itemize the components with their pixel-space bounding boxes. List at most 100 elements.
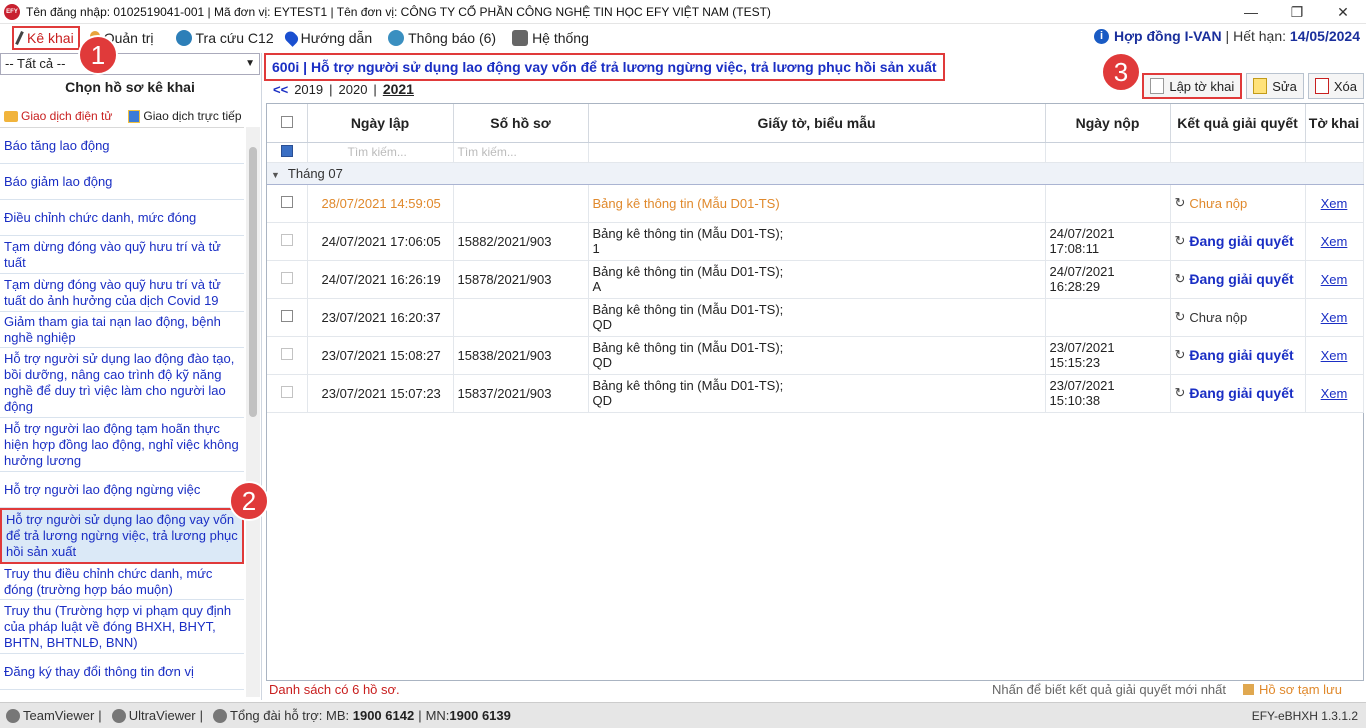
row-number: 15882/2021/903 bbox=[453, 222, 589, 261]
sidebar-scrollbar[interactable] bbox=[246, 127, 260, 697]
row-number: 15838/2021/903 bbox=[453, 336, 589, 375]
collapse-icon[interactable]: ▼ bbox=[271, 170, 280, 180]
menu-thong-bao[interactable]: Thông báo (6) bbox=[382, 26, 502, 50]
row-checkbox[interactable] bbox=[280, 233, 293, 246]
year-link[interactable]: 2019 bbox=[294, 82, 323, 97]
view-link[interactable]: Xem bbox=[1310, 386, 1359, 401]
filter-row: Tìm kiếm... Tìm kiếm... bbox=[267, 142, 1364, 163]
row-status[interactable]: ↻ Chưa nộp bbox=[1175, 195, 1301, 211]
row-checkbox[interactable] bbox=[280, 347, 293, 360]
sidebar-item-selected[interactable]: Hỗ trợ người sử dụng lao động vay vốn để… bbox=[0, 508, 244, 564]
sidebar-item[interactable]: Giảm tham gia tai nạn lao động, bệnh ngh… bbox=[0, 312, 244, 348]
menu-huong-dan[interactable]: Hướng dẫn bbox=[280, 26, 378, 50]
view-link[interactable]: Xem bbox=[1310, 196, 1359, 211]
view-link[interactable]: Xem bbox=[1310, 310, 1359, 325]
tab-giao-dich-dien-tu[interactable]: Giao dịch điện tử bbox=[4, 109, 112, 123]
row-checkbox[interactable] bbox=[280, 271, 293, 284]
annotation-badge-1: 1 bbox=[78, 35, 118, 75]
column-header[interactable]: Kết quả giải quyết bbox=[1170, 104, 1306, 143]
teamviewer-link[interactable]: TeamViewer bbox=[23, 708, 94, 723]
sidebar-item[interactable]: Truy thu điều chỉnh chức danh, mức đóng … bbox=[0, 564, 244, 600]
sidebar-item[interactable]: Hỗ trợ người sử dụng lao động đào tạo, b… bbox=[0, 348, 244, 418]
row-date: 28/07/2021 14:59:05 bbox=[307, 184, 454, 223]
row-status[interactable]: ↻ Chưa nộp bbox=[1175, 309, 1301, 325]
date-search-input[interactable]: Tìm kiếm... bbox=[307, 142, 454, 163]
row-status[interactable]: ↻ Đang giải quyết bbox=[1175, 385, 1301, 401]
main-content: 600i | Hỗ trợ người sử dụng lao động vay… bbox=[264, 53, 1366, 700]
records-grid: Ngày lập Số hồ sơ Giấy tờ, biểu mẫu Ngày… bbox=[266, 103, 1364, 681]
ultraviewer-link[interactable]: UltraViewer bbox=[129, 708, 196, 723]
saved-legend-swatch bbox=[1243, 684, 1255, 695]
sidebar-item[interactable]: Báo tăng lao động bbox=[0, 128, 244, 164]
teamviewer-icon bbox=[6, 708, 20, 723]
sidebar-item[interactable]: Điều chỉnh chức danh, mức đóng bbox=[0, 200, 244, 236]
column-header[interactable]: Số hồ sơ bbox=[453, 104, 589, 143]
location-pin-icon bbox=[282, 29, 300, 47]
select-all-header[interactable] bbox=[267, 104, 308, 143]
saved-legend: Hồ sơ tạm lưu bbox=[1243, 682, 1342, 697]
sidebar-item[interactable]: Truy thu (Trường hợp vi phạm quy định củ… bbox=[0, 600, 244, 654]
filter-icon[interactable] bbox=[280, 144, 293, 157]
table-row[interactable]: 28/07/2021 14:59:05 Bảng kê thông tin (M… bbox=[267, 184, 1364, 223]
sidebar-item[interactable]: Hỗ trợ người lao động tạm hoãn thực hiện… bbox=[0, 418, 244, 472]
year-sep: | bbox=[373, 81, 377, 97]
table-row[interactable]: 23/07/2021 15:07:23 15837/2021/903 Bảng … bbox=[267, 374, 1364, 413]
row-status[interactable]: ↻ Đang giải quyết bbox=[1175, 271, 1301, 287]
delete-button[interactable]: Xóa bbox=[1307, 73, 1364, 99]
row-status[interactable]: ↻ Đang giải quyết bbox=[1175, 233, 1301, 249]
row-checkbox[interactable] bbox=[280, 195, 293, 208]
select-all-checkbox[interactable] bbox=[280, 115, 293, 128]
view-link[interactable]: Xem bbox=[1310, 272, 1359, 287]
current-year[interactable]: 2021 bbox=[383, 81, 414, 97]
year-link[interactable]: 2020 bbox=[339, 82, 368, 97]
menu-he-thong[interactable]: Hệ thống bbox=[506, 26, 595, 50]
globe-icon bbox=[175, 30, 192, 46]
row-number bbox=[453, 298, 589, 337]
tab-giao-dich-truc-tiep[interactable]: Giao dịch trực tiếp bbox=[128, 109, 242, 123]
menu-tra-cuu[interactable]: Tra cứu C12 bbox=[170, 26, 280, 50]
row-checkbox[interactable] bbox=[280, 385, 293, 398]
contract-info: i Hợp đồng I-VAN | Hết hạn: 14/05/2024 bbox=[1093, 28, 1360, 44]
restore-button[interactable]: ❐ bbox=[1274, 0, 1320, 24]
sidebar-item[interactable]: Tạm dừng đóng vào quỹ hưu trí và tử tuất bbox=[0, 236, 244, 274]
sidebar-item[interactable]: Hỗ trợ người lao động ngừng việc bbox=[0, 472, 244, 508]
new-document-icon bbox=[1150, 78, 1165, 94]
contract-link[interactable]: Hợp đồng I-VAN bbox=[1114, 28, 1222, 44]
table-row[interactable]: 24/07/2021 16:26:19 15878/2021/903 Bảng … bbox=[267, 260, 1364, 299]
row-checkbox[interactable] bbox=[280, 309, 293, 322]
table-row[interactable]: 24/07/2021 17:06:05 15882/2021/903 Bảng … bbox=[267, 222, 1364, 261]
category-filter-dropdown[interactable]: -- Tất cả -- ▼ bbox=[0, 53, 260, 75]
sidebar-item[interactable]: Đăng ký thay đổi thông tin đơn vị bbox=[0, 654, 244, 690]
table-row[interactable]: 23/07/2021 15:08:27 15838/2021/903 Bảng … bbox=[267, 336, 1364, 375]
menu-he-thong-label: Hệ thống bbox=[532, 30, 589, 46]
support-mn: 1900 6139 bbox=[449, 708, 511, 723]
view-link[interactable]: Xem bbox=[1310, 348, 1359, 363]
row-submitted bbox=[1045, 184, 1171, 223]
refresh-icon: ↻ bbox=[1174, 385, 1186, 400]
row-status[interactable]: ↻ Đang giải quyết bbox=[1175, 347, 1301, 363]
row-number: 15837/2021/903 bbox=[453, 374, 589, 413]
column-header[interactable]: Ngày nộp bbox=[1045, 104, 1171, 143]
row-submitted: 24/07/2021 16:28:29 bbox=[1045, 260, 1171, 299]
column-header[interactable]: Giấy tờ, biểu mẫu bbox=[588, 104, 1046, 143]
sidebar-item[interactable]: Tạm dừng đóng vào quỹ hưu trí và tử tuất… bbox=[0, 274, 244, 312]
sidebar-item[interactable]: Báo giảm lao động bbox=[0, 164, 244, 200]
app-version: EFY-eBHXH 1.3.1.2 bbox=[1251, 708, 1358, 723]
expiry-date: 14/05/2024 bbox=[1289, 28, 1360, 44]
menu-tra-cuu-label: Tra cứu C12 bbox=[195, 30, 274, 46]
menu-ke-khai[interactable]: Kê khai bbox=[12, 26, 80, 50]
table-row[interactable]: 23/07/2021 16:20:37 Bảng kê thông tin (M… bbox=[267, 298, 1364, 337]
edit-button[interactable]: Sửa bbox=[1246, 73, 1304, 99]
toolbar: Lập tờ khai Sửa Xóa bbox=[1138, 73, 1364, 99]
prev-year-link[interactable]: << bbox=[273, 82, 288, 97]
refresh-icon: ↻ bbox=[1174, 347, 1186, 362]
scrollbar-thumb[interactable] bbox=[249, 147, 257, 417]
column-header[interactable]: Tờ khai bbox=[1305, 104, 1364, 143]
close-button[interactable]: ✕ bbox=[1320, 0, 1366, 24]
create-declaration-button[interactable]: Lập tờ khai bbox=[1142, 73, 1243, 99]
minimize-button[interactable]: — bbox=[1228, 0, 1274, 24]
number-search-input[interactable]: Tìm kiếm... bbox=[453, 142, 589, 163]
column-header[interactable]: Ngày lập bbox=[307, 104, 454, 143]
status-bar: TeamViewer | UltraViewer | Tổng đài hỗ t… bbox=[0, 702, 1366, 728]
view-link[interactable]: Xem bbox=[1310, 234, 1359, 249]
